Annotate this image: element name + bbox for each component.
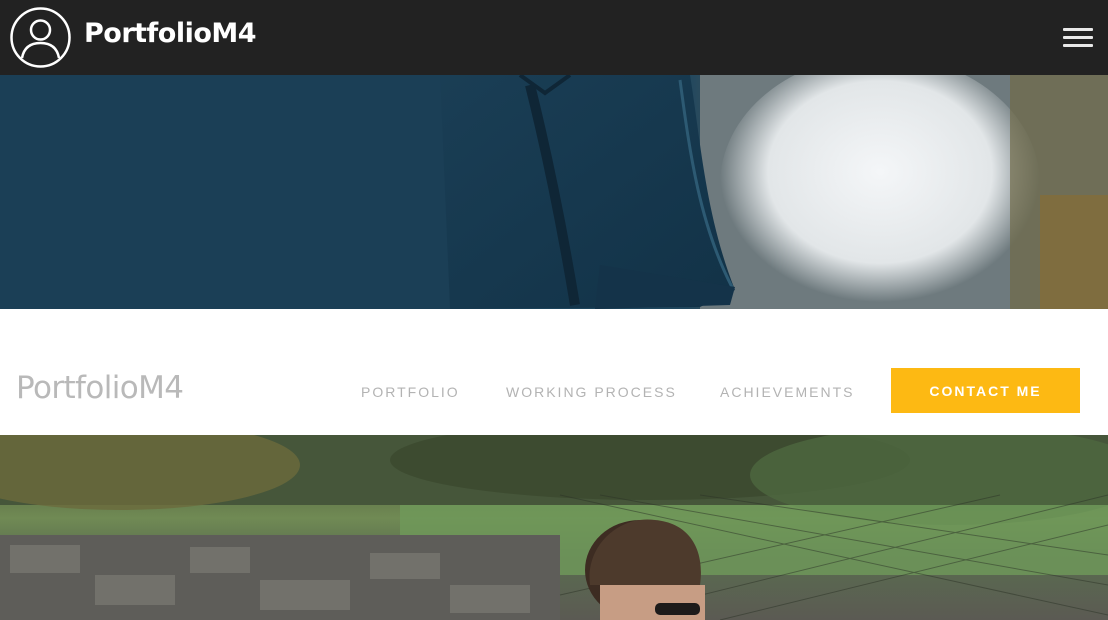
user-avatar-icon[interactable] (9, 6, 72, 69)
top-header: PortfolioM4 (0, 0, 1108, 75)
nav-link-achievements[interactable]: ACHIEVEMENTS (720, 384, 854, 400)
hero-image (0, 75, 1108, 309)
contact-me-button[interactable]: CONTACT ME (891, 368, 1080, 413)
nav-link-portfolio[interactable]: PORTFOLIO (361, 384, 460, 400)
nav-link-working-process[interactable]: WORKING PROCESS (506, 384, 677, 400)
brand-logo[interactable]: PortfolioM4 (84, 18, 257, 49)
main-navigation: PortfolioM4 PORTFOLIO WORKING PROCESS AC… (0, 309, 1108, 435)
hamburger-menu-icon[interactable] (1061, 26, 1095, 50)
nav-brand-logo[interactable]: PortfolioM4 (16, 370, 184, 406)
portfolio-photo (0, 435, 1108, 620)
